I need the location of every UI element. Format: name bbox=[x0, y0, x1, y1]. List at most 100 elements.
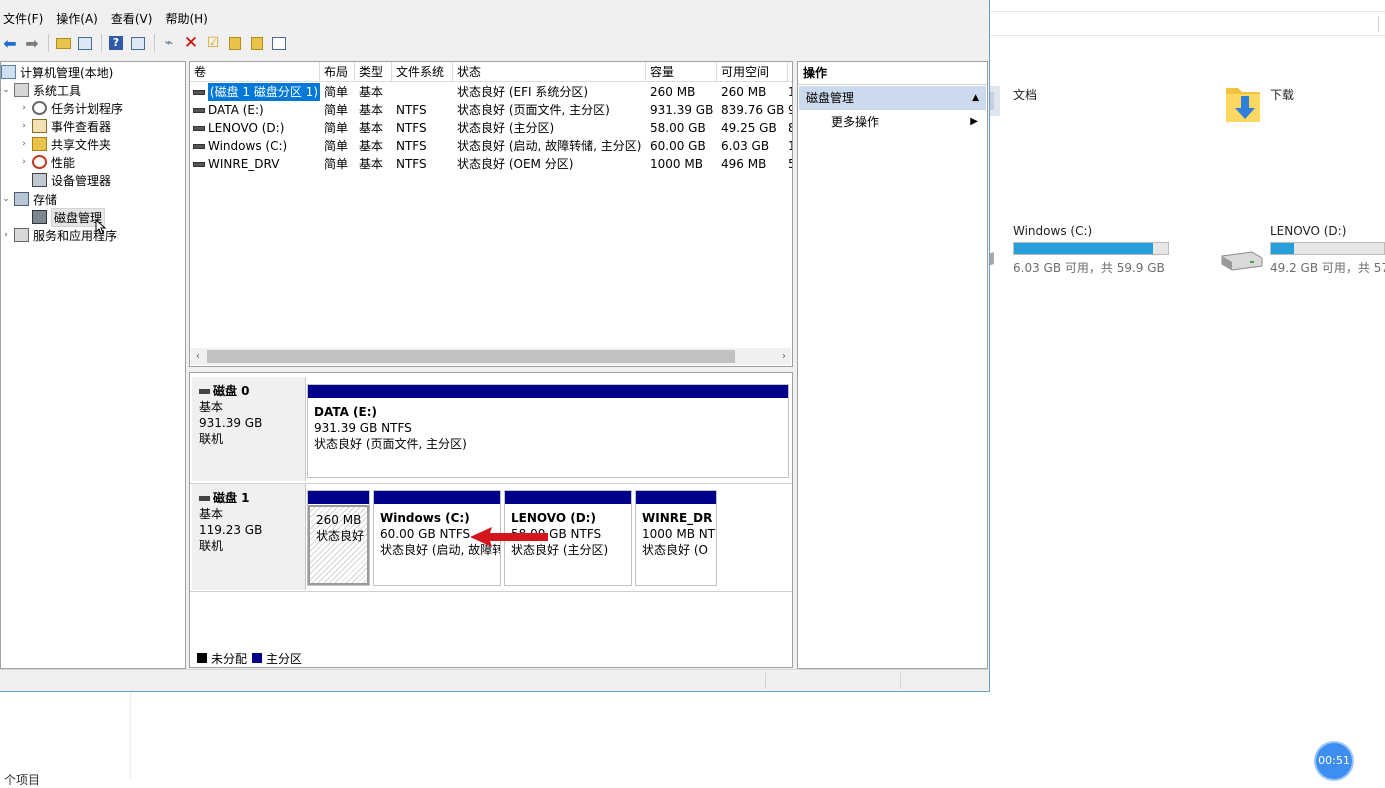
toolbar-separator bbox=[154, 34, 155, 52]
collapse-chevron-icon[interactable]: ⌄ bbox=[1, 85, 11, 95]
volume-type: 基本 bbox=[359, 139, 384, 153]
menu-view[interactable]: 查看(V) bbox=[108, 8, 161, 28]
volume-status: 状态良好 (OEM 分区) bbox=[457, 157, 574, 171]
menu-bar: 文件(F) 操作(A) 查看(V) 帮助(H) bbox=[0, 8, 218, 28]
disk-graphical-view: 磁盘 0 基本 931.39 GB 联机 DATA (E:) 931.39 GB… bbox=[189, 372, 793, 668]
up-folder-icon[interactable] bbox=[53, 33, 73, 53]
volume-capacity: 58.00 GB bbox=[650, 121, 706, 135]
volume-filesystem: NTFS bbox=[396, 103, 427, 117]
system-tools-icon bbox=[14, 83, 29, 97]
volume-capacity: 60.00 GB bbox=[650, 139, 706, 153]
column-header-capacity[interactable]: 容量 bbox=[646, 62, 717, 82]
actions-more-actions[interactable]: 更多操作 ▶ bbox=[799, 111, 986, 133]
expand-chevron-icon[interactable]: › bbox=[19, 157, 29, 167]
column-header-layout[interactable]: 布局 bbox=[320, 62, 355, 82]
search-folder-icon[interactable] bbox=[247, 33, 267, 53]
explorer-item-count: 个项目 bbox=[4, 773, 41, 787]
console-icon[interactable] bbox=[269, 33, 289, 53]
actions-section-disk-management[interactable]: 磁盘管理 ▲ bbox=[799, 86, 986, 110]
computer-management-window: 文件(F) 操作(A) 查看(V) 帮助(H) ⬅ ➡ ? ⌁ ✕ ☑ 计算机管… bbox=[0, 0, 990, 692]
tree-item-shared-folders[interactable]: › 共享文件夹 bbox=[19, 135, 111, 153]
table-row[interactable]: WINRE_DRV 简单 基本 NTFS 状态良好 (OEM 分区) 1000 … bbox=[190, 155, 792, 173]
tree-item-label: 事件查看器 bbox=[51, 119, 112, 134]
forward-arrow-icon[interactable]: ➡ bbox=[22, 33, 42, 53]
download-folder-icon bbox=[1226, 88, 1260, 122]
volume-name: DATA (E:) bbox=[208, 103, 264, 117]
partition-winre[interactable]: WINRE_DR 1000 MB NT 状态良好 (O bbox=[635, 490, 717, 586]
tree-item-storage[interactable]: ⌄ 存储 bbox=[1, 190, 57, 208]
tree-item-computer-management[interactable]: 计算机管理(本地) bbox=[1, 63, 113, 81]
volume-name: Windows (C:) bbox=[208, 139, 288, 153]
scroll-right-icon[interactable]: › bbox=[777, 348, 791, 365]
volume-status: 状态良好 (主分区) bbox=[457, 121, 555, 135]
storage-icon bbox=[14, 192, 29, 206]
red-pointer-arrow-icon bbox=[470, 527, 548, 547]
collapse-chevron-icon[interactable]: ⌄ bbox=[1, 194, 11, 204]
explorer-pane-divider bbox=[130, 692, 131, 779]
partition-efi[interactable]: 260 MB 状态良好 bbox=[307, 490, 370, 586]
volume-name: WINRE_DRV bbox=[208, 157, 280, 171]
tree-item-device-manager[interactable]: 设备管理器 bbox=[32, 171, 111, 189]
drive-d-name: LENOVO (D:) bbox=[1270, 224, 1347, 238]
menu-help[interactable]: 帮助(H) bbox=[162, 8, 215, 28]
connect-icon[interactable]: ⌁ bbox=[159, 33, 179, 53]
toolbar-separator bbox=[101, 34, 102, 52]
tree-item-label: 性能 bbox=[51, 155, 76, 170]
horizontal-scrollbar[interactable]: ‹ › bbox=[191, 348, 791, 365]
column-header-percent[interactable]: % bbox=[788, 62, 792, 82]
disk-0-label[interactable]: 磁盘 0 基本 931.39 GB 联机 bbox=[192, 377, 306, 481]
scroll-left-icon[interactable]: ‹ bbox=[191, 348, 205, 365]
expand-chevron-icon[interactable]: › bbox=[19, 103, 29, 113]
column-header-type[interactable]: 类型 bbox=[355, 62, 392, 82]
export-icon[interactable] bbox=[225, 33, 245, 53]
volume-capacity: 1000 MB bbox=[650, 157, 703, 171]
tree-item-label: 计算机管理(本地) bbox=[20, 65, 114, 80]
table-row[interactable]: DATA (E:) 简单 基本 NTFS 状态良好 (页面文件, 主分区) 93… bbox=[190, 101, 792, 119]
partition-status: 状态良好 bbox=[316, 529, 365, 543]
properties-icon[interactable] bbox=[128, 33, 148, 53]
menu-file[interactable]: 文件(F) bbox=[0, 8, 51, 28]
expand-chevron-icon[interactable]: › bbox=[19, 139, 29, 149]
column-header-volume[interactable]: 卷 bbox=[190, 62, 320, 82]
tree-item-performance[interactable]: › 性能 bbox=[19, 153, 75, 171]
column-header-free-space[interactable]: 可用空间 bbox=[717, 62, 788, 82]
volume-icon bbox=[193, 107, 205, 113]
volume-filesystem: NTFS bbox=[396, 121, 427, 135]
table-row[interactable]: Windows (C:) 简单 基本 NTFS 状态良好 (启动, 故障转储, … bbox=[190, 137, 792, 155]
tree-item-event-viewer[interactable]: › 事件查看器 bbox=[19, 117, 111, 135]
volume-name: LENOVO (D:) bbox=[208, 121, 285, 135]
volume-type: 基本 bbox=[359, 121, 384, 135]
disk-1-label[interactable]: 磁盘 1 基本 119.23 GB 联机 bbox=[192, 484, 306, 590]
menu-action[interactable]: 操作(A) bbox=[53, 8, 106, 28]
disk-1-size: 119.23 GB bbox=[199, 523, 263, 537]
legend-swatch-unallocated bbox=[197, 653, 207, 663]
back-arrow-icon[interactable]: ⬅ bbox=[0, 33, 20, 53]
partition-data-e[interactable]: DATA (E:) 931.39 GB NTFS 状态良好 (页面文件, 主分区… bbox=[307, 384, 789, 478]
column-header-filesystem[interactable]: 文件系统 bbox=[392, 62, 453, 82]
expand-chevron-icon[interactable]: › bbox=[19, 121, 29, 131]
partition-status: 状态良好 (O bbox=[642, 543, 708, 557]
drive-d-usage-bar bbox=[1270, 242, 1385, 255]
explorer-address-bar[interactable] bbox=[988, 12, 1385, 36]
disk-0-state: 联机 bbox=[199, 432, 224, 446]
help-icon[interactable]: ? bbox=[106, 33, 126, 53]
table-row[interactable]: (磁盘 1 磁盘分区 1) 简单 基本 状态良好 (EFI 系统分区) 260 … bbox=[190, 83, 792, 101]
more-actions-label: 更多操作 bbox=[831, 115, 880, 129]
delete-icon[interactable]: ✕ bbox=[181, 33, 201, 53]
show-hide-tree-icon[interactable] bbox=[75, 33, 95, 53]
column-header-status[interactable]: 状态 bbox=[453, 62, 646, 82]
volume-percent: 8 bbox=[788, 121, 792, 135]
tree-item-system-tools[interactable]: ⌄ 系统工具 bbox=[1, 81, 81, 99]
partition-size: 260 MB bbox=[316, 513, 362, 527]
volume-free-space: 6.03 GB bbox=[721, 139, 770, 153]
partition-stripe bbox=[374, 491, 500, 504]
mouse-cursor-icon bbox=[95, 219, 107, 235]
scrollbar-thumb[interactable] bbox=[207, 350, 735, 363]
volume-layout: 简单 bbox=[324, 121, 349, 135]
volume-filesystem bbox=[392, 83, 453, 101]
check-icon[interactable]: ☑ bbox=[203, 33, 223, 53]
tree-item-task-scheduler[interactable]: › 任务计划程序 bbox=[19, 99, 123, 117]
expand-chevron-icon[interactable]: › bbox=[1, 230, 11, 240]
table-row[interactable]: LENOVO (D:) 简单 基本 NTFS 状态良好 (主分区) 58.00 … bbox=[190, 119, 792, 137]
collapse-triangle-icon[interactable]: ▲ bbox=[972, 86, 979, 110]
